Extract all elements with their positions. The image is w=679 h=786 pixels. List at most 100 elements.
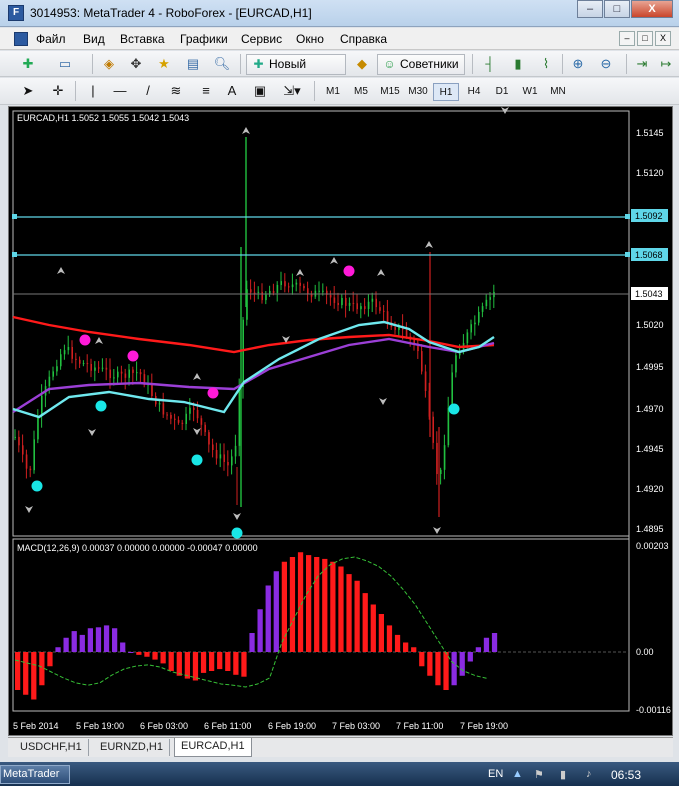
tab-usdchf[interactable]: USDCHF,H1 — [14, 739, 89, 756]
profiles-icon[interactable]: ▭ — [55, 55, 75, 73]
macd-bar — [338, 566, 344, 652]
menu-file[interactable]: Файл — [36, 32, 66, 46]
bar-chart-icon[interactable]: ┤ — [480, 55, 500, 73]
menu-help[interactable]: Справка — [340, 32, 387, 46]
timeframe-m15[interactable]: M15 — [377, 83, 403, 101]
navigator-icon[interactable]: ★ — [154, 55, 174, 73]
candle-body — [333, 297, 336, 303]
candle-body — [284, 281, 286, 287]
candle-body — [481, 306, 484, 312]
menu-charts[interactable]: Графики — [180, 32, 228, 46]
candle-body — [345, 297, 347, 306]
candle-body — [231, 456, 233, 466]
candle-body — [18, 436, 20, 446]
close-button[interactable]: X — [631, 0, 673, 18]
candle-body — [295, 282, 298, 285]
volume-tray-icon[interactable]: ♪ — [586, 768, 592, 780]
signal-dot-magenta — [127, 350, 139, 362]
candlestick-icon[interactable]: ▮ — [508, 55, 528, 73]
menu-window[interactable]: Окно — [296, 32, 324, 46]
menu-insert[interactable]: Вставка — [120, 32, 165, 46]
candle-body — [470, 324, 472, 333]
timeframe-w1[interactable]: W1 — [517, 83, 543, 101]
mdi-close-button[interactable]: X — [655, 31, 671, 46]
candle-body — [379, 307, 381, 311]
macd-bar — [467, 652, 473, 662]
minimize-button[interactable]: – — [577, 0, 603, 18]
candles-layer — [14, 137, 495, 517]
crosshair-icon[interactable]: ✛ — [48, 82, 68, 100]
candle-body — [303, 285, 305, 289]
chart-canvas[interactable]: EURCAD,H1 1.5052 1.5055 1.5042 1.5043 MA… — [9, 107, 672, 735]
line-chart-icon[interactable]: ⌇ — [536, 55, 556, 73]
candle-body — [196, 409, 199, 419]
candle-body — [37, 416, 39, 440]
arrows-dropdown-icon[interactable]: ⇲▾ — [282, 82, 302, 100]
hline-1-handle-right[interactable] — [625, 214, 630, 219]
text-label-icon[interactable]: ▣ — [250, 82, 270, 100]
fractal-arrow — [193, 373, 201, 380]
chart-window-icon[interactable] — [14, 32, 28, 46]
expert-advisors-button[interactable]: ☺ Советники — [377, 54, 465, 75]
timeframe-h4[interactable]: H4 — [461, 83, 487, 101]
hline-2-handle-right[interactable] — [625, 252, 630, 257]
chart-shift-icon[interactable]: ⇥ — [632, 55, 652, 73]
candle-body — [136, 372, 138, 374]
candle-body — [238, 386, 241, 446]
action-center-icon[interactable]: ⚑ — [534, 768, 544, 781]
strategy-tester-icon[interactable]: 🔍︎ — [212, 55, 232, 73]
timeframe-m30[interactable]: M30 — [405, 83, 431, 101]
macd-bar — [322, 558, 328, 652]
tab-eurnzd[interactable]: EURNZD,H1 — [94, 739, 170, 756]
text-tool-icon[interactable]: A — [222, 82, 242, 100]
menu-view[interactable]: Вид — [83, 32, 105, 46]
zoom-in-icon[interactable]: ⊕ — [568, 55, 588, 73]
hline-1-handle[interactable] — [12, 214, 17, 219]
terminal-icon[interactable]: ▤ — [183, 55, 203, 73]
timeframe-mn[interactable]: MN — [545, 83, 571, 101]
timeframe-d1[interactable]: D1 — [489, 83, 515, 101]
candle-body — [223, 454, 225, 462]
macd-bar — [200, 652, 207, 673]
signal-tray-icon[interactable]: ▮ — [560, 768, 566, 781]
taskbar-metatrader-button[interactable]: MetaTrader — [0, 765, 70, 784]
candle-body — [22, 445, 24, 455]
macd-label: 0.00203 — [636, 541, 669, 551]
autoscroll-icon[interactable]: ↦ — [656, 55, 676, 73]
time-label: 6 Feb 11:00 — [204, 721, 251, 731]
hline-2-handle[interactable] — [12, 252, 17, 257]
macd-bar — [225, 652, 231, 671]
window-controls: – □ X — [576, 0, 673, 20]
language-indicator[interactable]: EN — [488, 768, 503, 780]
cursor-icon[interactable]: ➤ — [18, 82, 38, 100]
new-order-button[interactable]: ✚ Новый Ордер — [246, 54, 346, 90]
candle-body — [166, 414, 168, 416]
timeframe-h1[interactable]: H1 — [433, 83, 459, 101]
macd-bar — [79, 634, 85, 652]
mdi-minimize-button[interactable]: – — [619, 31, 635, 46]
fractal-arrow — [296, 269, 304, 276]
zoom-out-icon[interactable]: ⊖ — [596, 55, 616, 73]
network-tray-icon[interactable]: ▲ — [512, 768, 523, 780]
price-label: 1.4970 — [636, 404, 664, 414]
crosshair-nav-icon[interactable]: ✥ — [126, 55, 146, 73]
trendline-icon[interactable]: / — [138, 82, 158, 100]
menu-tools[interactable]: Сервис — [241, 32, 282, 46]
timeframe-m1[interactable]: M1 — [320, 83, 346, 101]
new-chart-icon[interactable]: ✚ — [18, 55, 38, 73]
vertical-line-icon[interactable]: | — [83, 82, 103, 100]
maximize-button[interactable]: □ — [604, 0, 630, 18]
candle-body — [67, 346, 70, 351]
candle-body — [405, 329, 408, 337]
candle-body — [253, 292, 256, 294]
candle-body — [352, 302, 355, 304]
tab-eurcad[interactable]: EURCAD,H1 — [174, 738, 252, 757]
chart-window[interactable]: EURCAD,H1 1.5052 1.5055 1.5042 1.5043 MA… — [8, 106, 673, 736]
equidistant-channel-icon[interactable]: ≋ — [166, 82, 186, 100]
fibonacci-icon[interactable]: ≡ — [196, 82, 216, 100]
timeframe-m5[interactable]: M5 — [348, 83, 374, 101]
horizontal-line-icon[interactable]: — — [110, 82, 130, 100]
metaeditor-icon[interactable]: ◆ — [352, 55, 372, 73]
mdi-restore-button[interactable]: □ — [637, 31, 653, 46]
market-watch-icon[interactable]: ◈ — [99, 55, 119, 73]
